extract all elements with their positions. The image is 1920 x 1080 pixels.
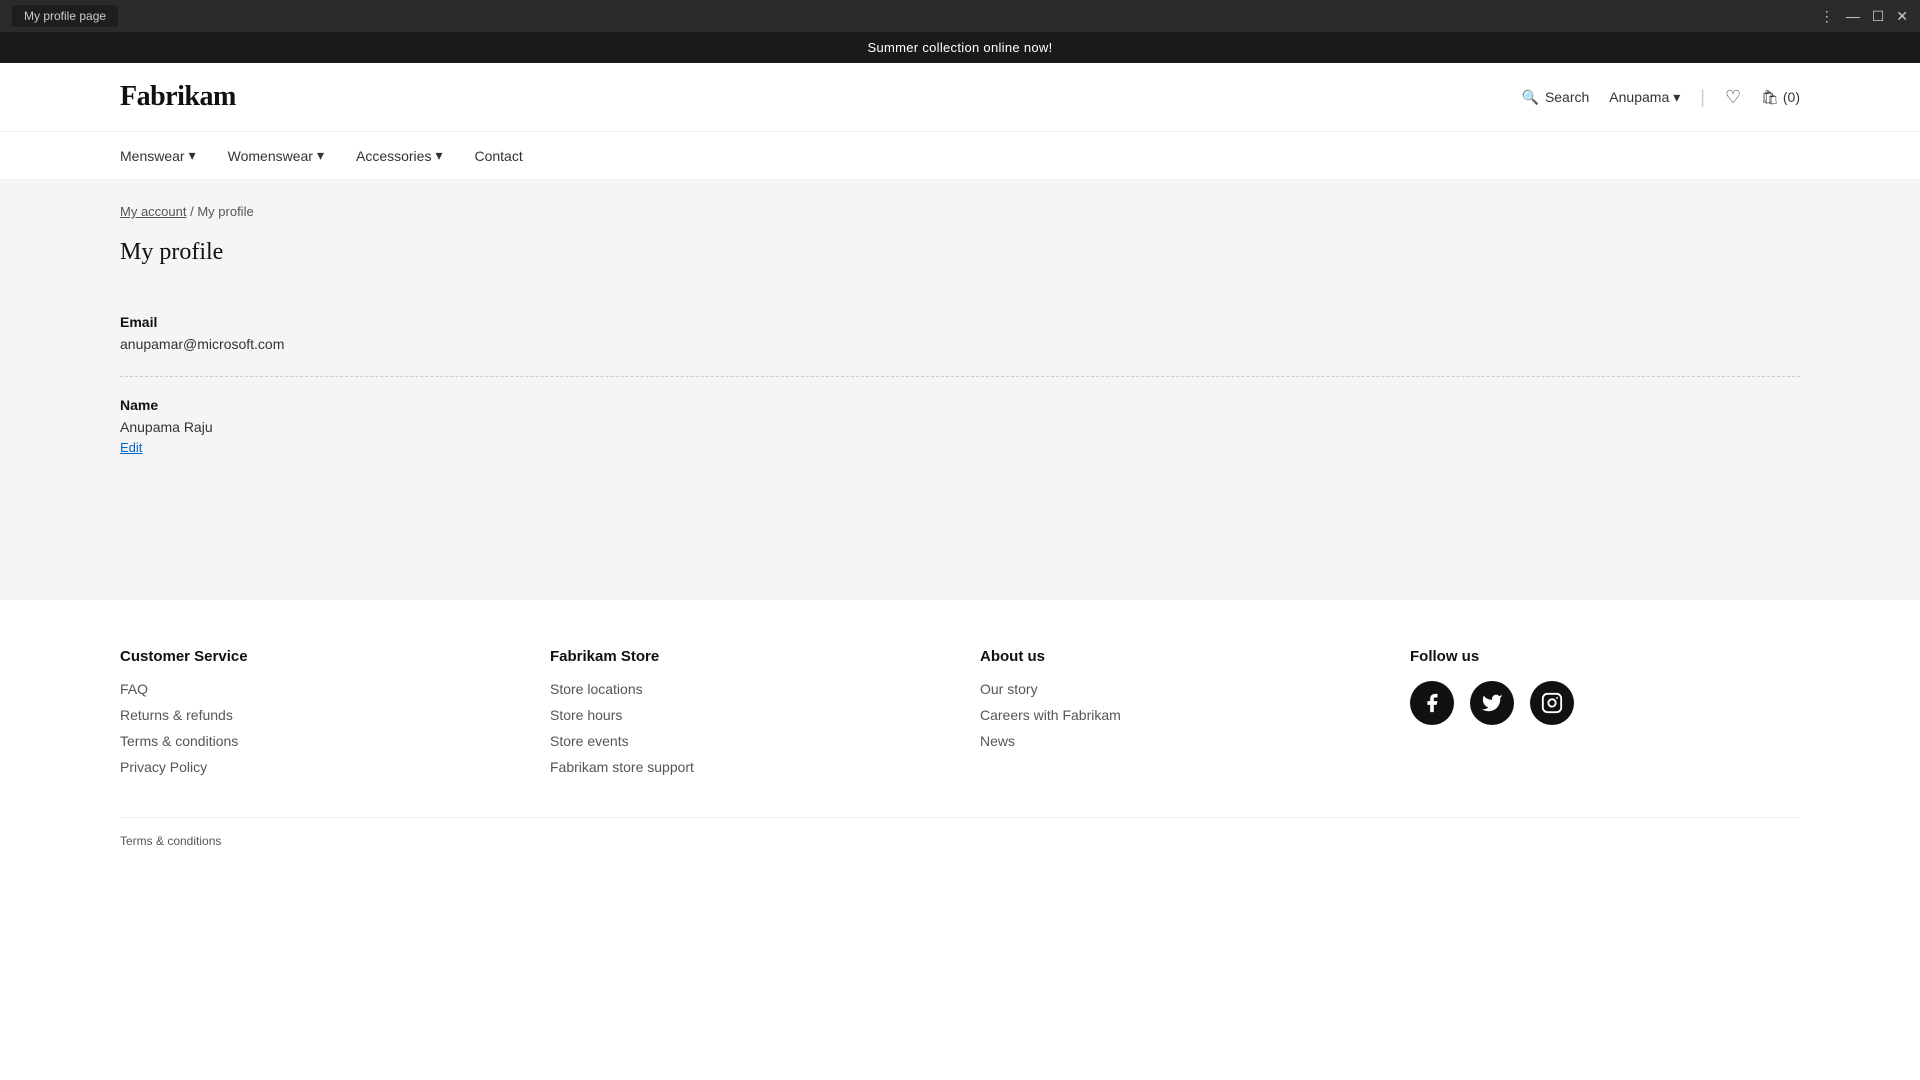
header-actions: 🔍 Search Anupama ▾ | ♡ 🛍 (0) <box>1522 87 1801 108</box>
footer-bottom-terms-link[interactable]: Terms & conditions <box>120 834 221 848</box>
nav-accessories-label: Accessories <box>356 148 431 164</box>
name-value: Anupama Raju <box>120 419 1800 435</box>
chevron-down-icon: ▾ <box>1673 89 1680 106</box>
email-label: Email <box>120 314 1800 330</box>
footer-returns-link[interactable]: Returns & refunds <box>120 707 510 723</box>
footer-store-locations-link[interactable]: Store locations <box>550 681 940 697</box>
name-field-section: Name Anupama Raju Edit <box>120 377 1800 475</box>
search-button[interactable]: 🔍 Search <box>1522 89 1590 106</box>
maximize-button[interactable]: ☐ <box>1872 8 1885 25</box>
footer-privacy-link[interactable]: Privacy Policy <box>120 759 510 775</box>
footer-follow-title: Follow us <box>1410 648 1800 665</box>
wishlist-button[interactable]: ♡ <box>1725 87 1741 108</box>
user-name: Anupama <box>1609 89 1669 105</box>
nav-contact-label: Contact <box>474 148 522 164</box>
browser-menu-icon[interactable]: ⋮ <box>1820 8 1834 25</box>
site-nav: Menswear ▾ Womenswear ▾ Accessories ▾ Co… <box>0 132 1920 180</box>
browser-chrome: My profile page ⋮ — ☐ ✕ <box>0 0 1920 32</box>
email-field-section: Email anupamar@microsoft.com <box>120 294 1800 377</box>
header-divider: | <box>1700 87 1705 108</box>
site-header: Fabrikam 🔍 Search Anupama ▾ | ♡ 🛍 (0) <box>0 63 1920 132</box>
footer-store-events-link[interactable]: Store events <box>550 733 940 749</box>
footer-faq-link[interactable]: FAQ <box>120 681 510 697</box>
cart-count: (0) <box>1783 89 1800 105</box>
footer-fabrikam-store: Fabrikam Store Store locations Store hou… <box>550 648 940 785</box>
social-icons <box>1410 681 1800 725</box>
profile-section: Email anupamar@microsoft.com Name Anupam… <box>120 294 1800 475</box>
user-menu[interactable]: Anupama ▾ <box>1609 89 1680 106</box>
nav-accessories-chevron: ▾ <box>435 147 442 164</box>
minimize-button[interactable]: — <box>1846 8 1860 24</box>
footer-grid: Customer Service FAQ Returns & refunds T… <box>120 648 1800 785</box>
browser-controls: ⋮ — ☐ ✕ <box>1820 8 1908 25</box>
cart-icon: 🛍 <box>1761 89 1779 106</box>
name-label: Name <box>120 397 1800 413</box>
breadcrumb-current: My profile <box>197 204 253 219</box>
announcement-text: Summer collection online now! <box>867 40 1052 55</box>
nav-item-menswear[interactable]: Menswear ▾ <box>120 133 196 178</box>
nav-menswear-label: Menswear <box>120 148 185 164</box>
footer-store-title: Fabrikam Store <box>550 648 940 665</box>
close-button[interactable]: ✕ <box>1896 8 1908 25</box>
footer-terms-link[interactable]: Terms & conditions <box>120 733 510 749</box>
footer-bottom: Terms & conditions <box>120 817 1800 848</box>
email-value: anupamar@microsoft.com <box>120 336 1800 352</box>
breadcrumb: My account / My profile <box>120 204 1800 219</box>
search-icon: 🔍 <box>1522 89 1539 106</box>
instagram-icon[interactable] <box>1530 681 1574 725</box>
footer-careers-link[interactable]: Careers with Fabrikam <box>980 707 1370 723</box>
site-footer: Customer Service FAQ Returns & refunds T… <box>0 600 1920 880</box>
footer-cs-title: Customer Service <box>120 648 510 665</box>
twitter-icon[interactable] <box>1470 681 1514 725</box>
footer-store-support-link[interactable]: Fabrikam store support <box>550 759 940 775</box>
edit-name-link[interactable]: Edit <box>120 440 142 455</box>
footer-news-link[interactable]: News <box>980 733 1370 749</box>
footer-about-us: About us Our story Careers with Fabrikam… <box>980 648 1370 785</box>
footer-our-story-link[interactable]: Our story <box>980 681 1370 697</box>
nav-menswear-chevron: ▾ <box>189 147 196 164</box>
breadcrumb-account-link[interactable]: My account <box>120 204 186 219</box>
footer-store-hours-link[interactable]: Store hours <box>550 707 940 723</box>
footer-customer-service: Customer Service FAQ Returns & refunds T… <box>120 648 510 785</box>
cart-button[interactable]: 🛍 (0) <box>1761 89 1800 106</box>
nav-womenswear-label: Womenswear <box>228 148 313 164</box>
nav-item-accessories[interactable]: Accessories ▾ <box>356 133 443 178</box>
nav-womenswear-chevron: ▾ <box>317 147 324 164</box>
site-logo[interactable]: Fabrikam <box>120 81 236 113</box>
browser-tab-title: My profile page <box>24 9 106 23</box>
footer-about-title: About us <box>980 648 1370 665</box>
nav-item-womenswear[interactable]: Womenswear ▾ <box>228 133 324 178</box>
main-content: My account / My profile My profile Email… <box>0 180 1920 600</box>
browser-tab-bar: My profile page <box>12 5 118 27</box>
search-label: Search <box>1545 89 1589 105</box>
footer-follow-us: Follow us <box>1410 648 1800 785</box>
facebook-icon[interactable] <box>1410 681 1454 725</box>
browser-tab[interactable]: My profile page <box>12 5 118 27</box>
announcement-bar: Summer collection online now! <box>0 32 1920 63</box>
page-title: My profile <box>120 239 1800 266</box>
nav-item-contact[interactable]: Contact <box>474 134 522 178</box>
